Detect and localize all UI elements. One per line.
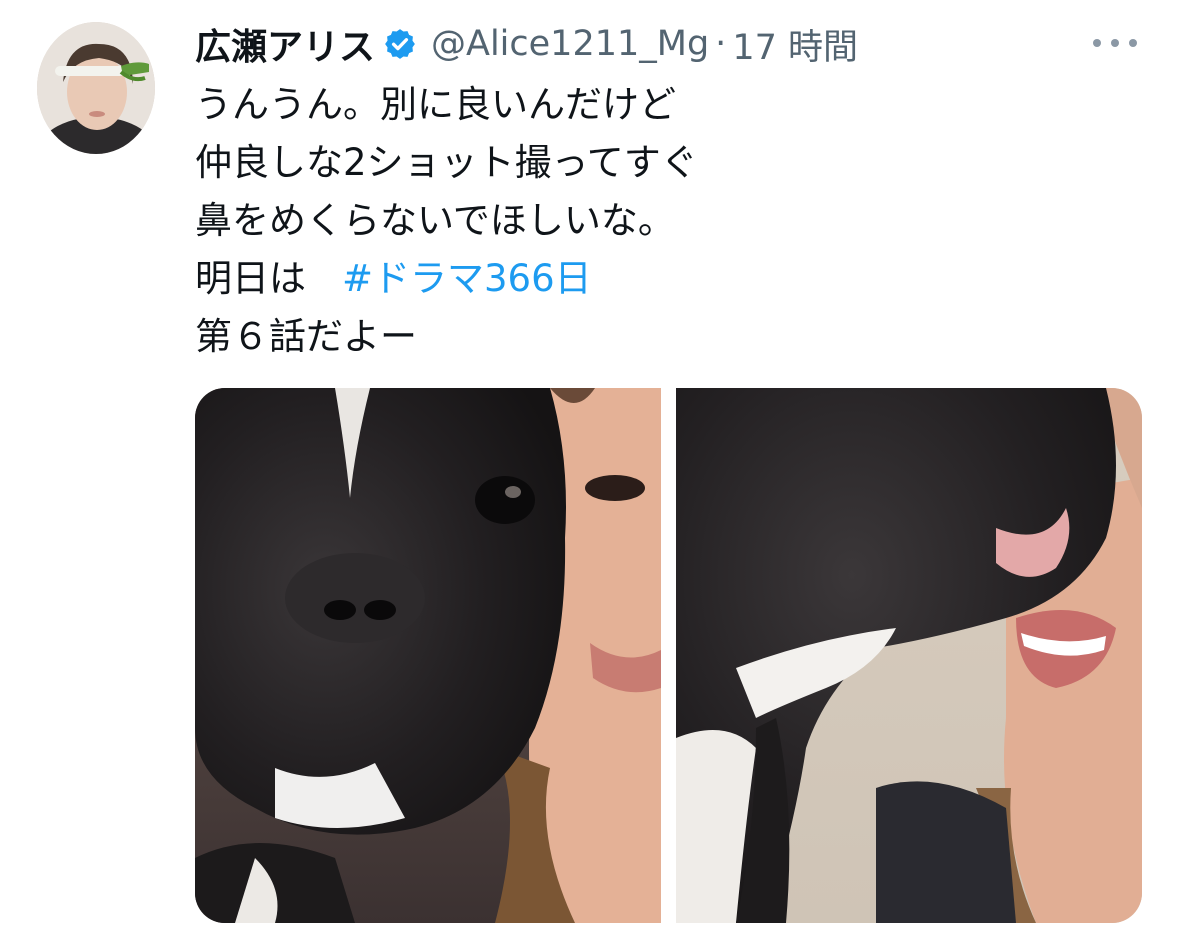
tweet-text-line: 鼻をめくらないでほしいな。 — [195, 199, 675, 242]
more-options-icon[interactable] — [1093, 28, 1137, 58]
media-photo-2[interactable] — [676, 388, 1142, 923]
tweet-text-prefix: 明日は — [195, 257, 306, 300]
hashtag-link[interactable]: #ドラマ366日 — [342, 257, 592, 300]
display-name[interactable]: 広瀬アリス — [195, 18, 375, 70]
tweet-text-line: 明日は #ドラマ366日 — [195, 250, 698, 308]
verified-badge-icon — [383, 27, 417, 61]
avatar[interactable] — [37, 22, 155, 154]
tweet-header: 広瀬アリス @Alice1211_Mg · 17 時間 — [195, 14, 858, 74]
timestamp[interactable]: 17 時間 — [732, 19, 858, 70]
media-grid — [195, 388, 1142, 923]
tweet-text-line: 第６話だよー — [195, 315, 417, 358]
tweet-text-line: 仲良しな2ショット撮ってすぐ — [195, 141, 698, 184]
tweet-text: うんうん。別に良いんだけど 仲良しな2ショット撮ってすぐ 鼻をめくらないでほしい… — [195, 76, 698, 366]
user-handle[interactable]: @Alice1211_Mg — [431, 24, 709, 64]
more-dot-icon — [1111, 39, 1119, 47]
more-dot-icon — [1093, 39, 1101, 47]
separator-dot: · — [715, 24, 727, 64]
tweet-text-line: うんうん。別に良いんだけど — [195, 83, 676, 126]
media-photo-1[interactable] — [195, 388, 661, 923]
more-dot-icon — [1129, 39, 1137, 47]
